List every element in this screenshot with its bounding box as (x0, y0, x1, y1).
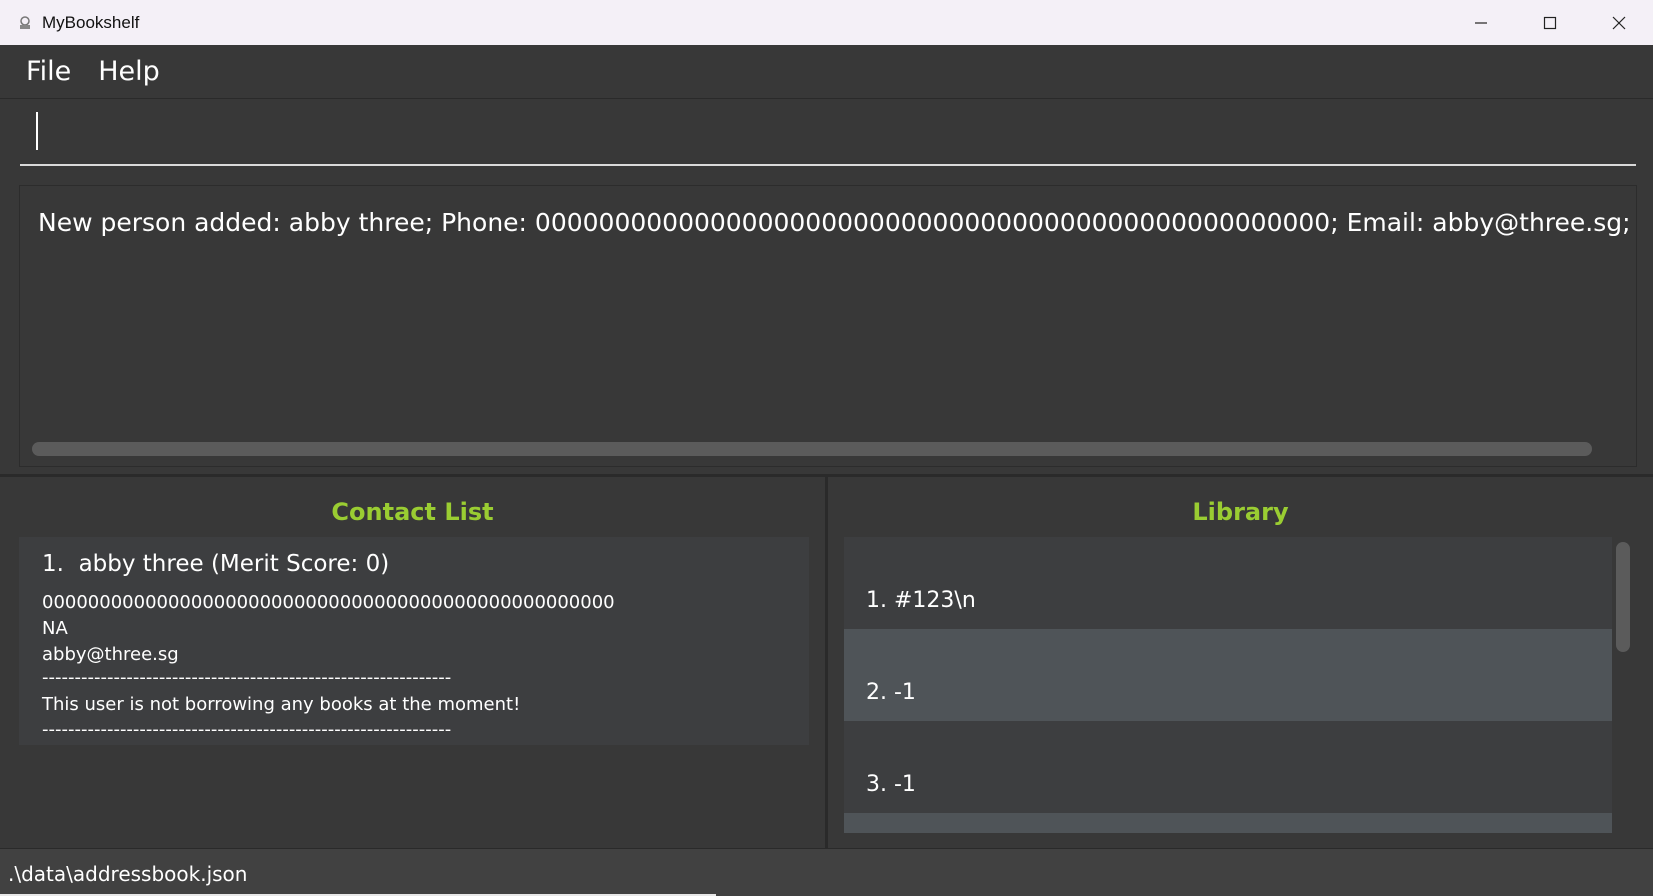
result-display-area: New person added: abby three; Phone: 000… (0, 175, 1653, 475)
result-display[interactable]: New person added: abby three; Phone: 000… (19, 185, 1637, 467)
command-area (0, 99, 1653, 174)
menu-bar: File Help (0, 45, 1653, 99)
contact-name-line: 1. abby three (Merit Score: 0) (42, 551, 389, 577)
library-item-label: 1. #123\n (866, 588, 976, 613)
menu-help[interactable]: Help (98, 56, 160, 87)
library-item[interactable]: 2. -1 (844, 629, 1612, 721)
library-item[interactable]: 1. #123\n (844, 537, 1612, 629)
maximize-icon (1543, 16, 1556, 29)
contact-card[interactable]: 1. abby three (Merit Score: 0) 000000000… (19, 537, 809, 745)
library-list[interactable]: 1. #123\n 2. -1 3. -1 (844, 537, 1612, 833)
text-caret (36, 112, 38, 150)
status-bar: .\data\addressbook.json (0, 848, 1653, 896)
minimize-button[interactable] (1446, 0, 1515, 45)
contact-address: NA (42, 618, 68, 639)
maximize-button[interactable] (1515, 0, 1584, 45)
separator-top: ----------------------------------------… (42, 667, 452, 688)
contact-name: abby three (Merit Score: 0) (78, 551, 390, 577)
contact-index: 1. (42, 551, 64, 577)
horizontal-scrollbar[interactable] (32, 442, 1592, 456)
minimize-icon (1474, 21, 1487, 24)
borrow-status: This user is not borrowing any books at … (42, 694, 521, 715)
contact-list-title: Contact List (331, 498, 494, 526)
result-message: New person added: abby three; Phone: 000… (38, 208, 1636, 237)
library-item-label: 2. -1 (866, 680, 916, 705)
menu-file[interactable]: File (26, 56, 71, 87)
close-icon (1612, 16, 1625, 29)
split-pane-divider[interactable] (825, 476, 828, 848)
window-controls (1446, 0, 1653, 45)
save-location: .\data\addressbook.json (8, 862, 248, 886)
command-input[interactable] (20, 107, 1636, 166)
app-window: MyBookshelf File Help New person added: … (0, 0, 1653, 896)
library-item[interactable] (844, 813, 1612, 833)
vertical-scrollbar[interactable] (1612, 537, 1634, 833)
title-bar: MyBookshelf (0, 0, 1653, 45)
separator-bottom: ----------------------------------------… (42, 719, 452, 740)
contact-phone: 0000000000000000000000000000000000000000… (42, 592, 615, 613)
close-button[interactable] (1584, 0, 1653, 45)
library-title: Library (1192, 498, 1289, 526)
contact-email: abby@three.sg (42, 644, 179, 665)
library-item[interactable]: 3. -1 (844, 721, 1612, 813)
library-item-label: 3. -1 (866, 772, 916, 797)
scrollbar-thumb[interactable] (1616, 542, 1630, 652)
app-icon (17, 15, 33, 31)
window-title: MyBookshelf (42, 12, 140, 32)
